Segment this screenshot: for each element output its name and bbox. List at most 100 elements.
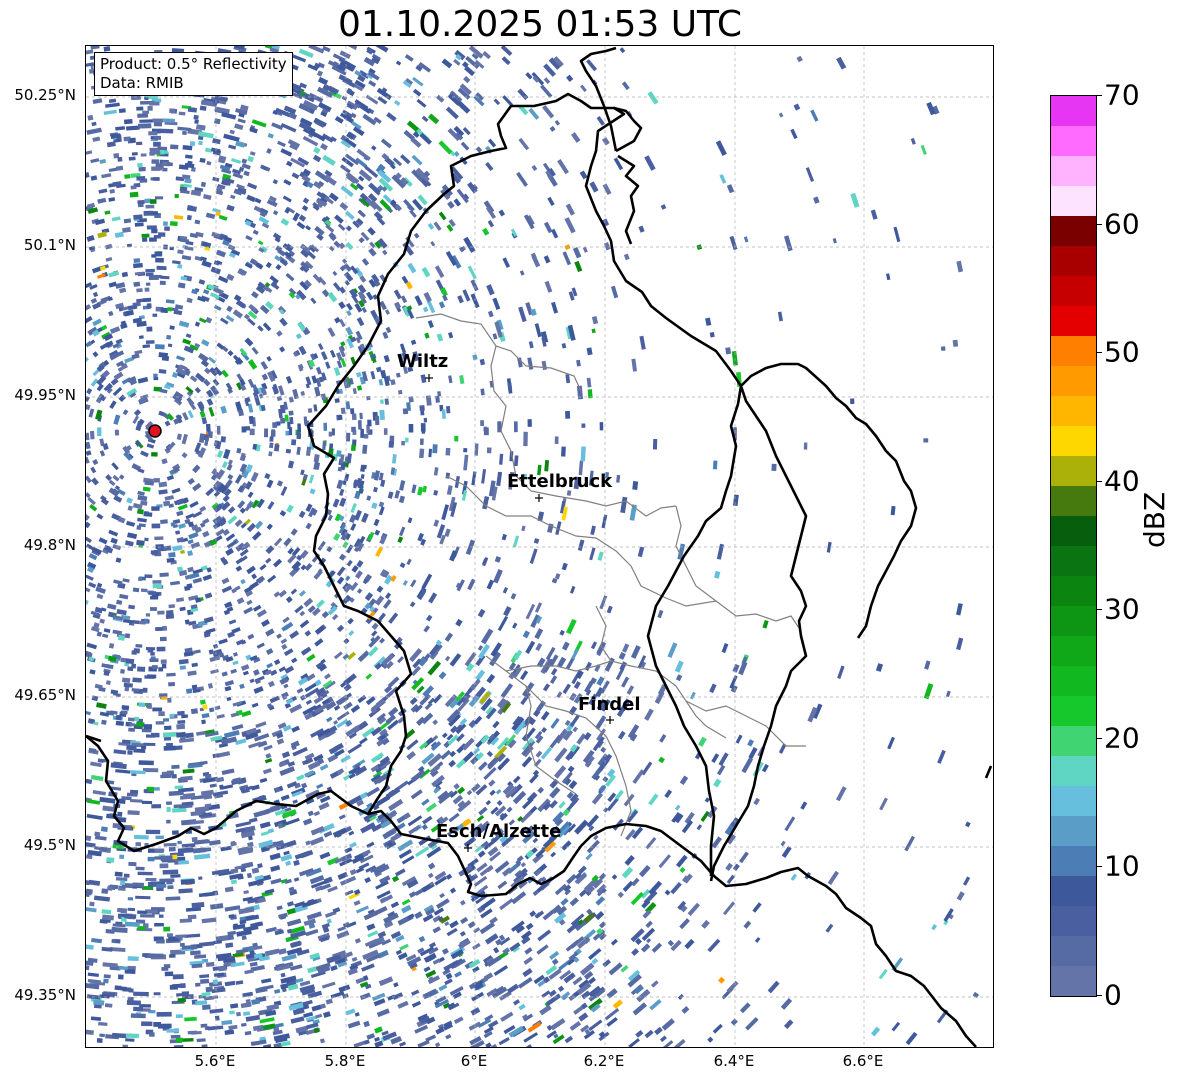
echo-cell xyxy=(132,587,140,593)
echo-cell xyxy=(449,887,457,894)
echo-cell xyxy=(485,799,492,806)
echo-cell xyxy=(103,628,111,633)
radar-map[interactable] xyxy=(85,45,994,1048)
echo-cell xyxy=(248,415,254,425)
echo-cell xyxy=(161,150,169,154)
echo-cell xyxy=(111,939,117,944)
echo-cell xyxy=(115,126,126,131)
echo-cell xyxy=(149,237,157,242)
echo-cell xyxy=(397,1000,409,1009)
echo-cell xyxy=(356,317,365,327)
echo-cell xyxy=(904,835,915,852)
echo-cell xyxy=(875,663,884,672)
echo-cell xyxy=(198,433,205,443)
echo-cell xyxy=(223,133,240,142)
echo-cell xyxy=(364,876,372,884)
echo-cell xyxy=(158,481,168,488)
echo-cell xyxy=(331,613,339,621)
echo-cell xyxy=(254,197,262,204)
echo-cell xyxy=(187,160,193,166)
echo-cell xyxy=(201,917,217,924)
echo-cell xyxy=(752,902,762,913)
echo-cell xyxy=(228,1024,238,1030)
echo-cell xyxy=(762,619,769,629)
echo-cell xyxy=(160,307,169,314)
echo-cell xyxy=(276,330,283,337)
echo-cell xyxy=(248,741,262,749)
echo-cell xyxy=(319,851,331,860)
echo-cell xyxy=(444,921,450,927)
echo-cell xyxy=(621,81,630,91)
echo-cell xyxy=(203,289,210,295)
echo-cell xyxy=(252,229,259,236)
echo-cell xyxy=(265,753,272,759)
echo-cell xyxy=(367,930,379,938)
echo-cell xyxy=(171,487,181,494)
echo-cell xyxy=(164,226,170,231)
echo-cell xyxy=(340,185,354,198)
echo-cell xyxy=(147,704,152,709)
echo-cell xyxy=(236,597,245,605)
echo-cell xyxy=(164,495,175,501)
echo-cell xyxy=(230,712,239,718)
echo-cell xyxy=(201,417,208,425)
echo-cell xyxy=(337,871,348,880)
echo-cell xyxy=(601,514,608,529)
echo-cell xyxy=(591,315,599,325)
cb-label-50: 50 xyxy=(1104,335,1140,369)
echo-cell xyxy=(143,724,153,730)
echo-cell xyxy=(546,993,562,1006)
echo-cell xyxy=(418,935,426,943)
echo-cell xyxy=(423,966,431,973)
echo-cell xyxy=(184,178,192,184)
echo-cell xyxy=(645,920,653,928)
lat-label-49-5: 49.5°N xyxy=(23,836,76,854)
echo-cell xyxy=(576,359,581,367)
echo-cell xyxy=(113,495,123,503)
echo-cell xyxy=(366,1033,376,1040)
echo-cell xyxy=(412,76,424,87)
echo-cell xyxy=(177,249,184,255)
echo-cell xyxy=(108,197,116,202)
city-label-wiltz: Wiltz xyxy=(397,351,449,372)
echo-cell xyxy=(401,898,411,906)
echo-cell xyxy=(339,497,347,507)
echo-cell xyxy=(140,914,155,918)
echo-cell xyxy=(531,254,541,268)
echo-cell xyxy=(177,264,183,269)
echo-cell xyxy=(684,938,695,950)
echo-cell xyxy=(580,84,587,93)
echo-cell xyxy=(210,903,224,910)
echo-cell xyxy=(586,347,593,356)
echo-cell xyxy=(738,661,748,676)
echo-cell xyxy=(333,651,343,660)
echo-cell xyxy=(274,988,281,994)
city-label-findel: Findel xyxy=(578,694,641,715)
echo-cell xyxy=(286,907,296,915)
echo-cell xyxy=(191,662,198,668)
echo-cell xyxy=(299,619,310,629)
echo-cell xyxy=(274,1022,284,1029)
echo-cell xyxy=(722,901,736,916)
echo-cell xyxy=(580,446,586,462)
echo-cell xyxy=(180,189,190,194)
echo-cell xyxy=(279,346,286,353)
echo-cell xyxy=(135,643,143,648)
echo-cell xyxy=(333,366,341,376)
echo-cell xyxy=(337,415,343,421)
echo-cell xyxy=(371,145,377,151)
echo-cell xyxy=(445,447,451,456)
echo-cell xyxy=(127,304,138,311)
echo-cell xyxy=(125,125,140,131)
radar-map-canvas xyxy=(86,46,993,1047)
echo-cell xyxy=(700,810,710,822)
echo-cell xyxy=(446,485,453,496)
echo-cell xyxy=(251,998,260,1005)
echo-cell xyxy=(163,926,171,932)
echo-cell xyxy=(566,74,574,82)
echo-cell xyxy=(99,158,107,164)
city-label-ettelbruck: Ettelbruck xyxy=(507,471,613,492)
echo-cell xyxy=(105,680,111,685)
echo-cell xyxy=(536,700,546,712)
echo-cell xyxy=(159,863,169,869)
